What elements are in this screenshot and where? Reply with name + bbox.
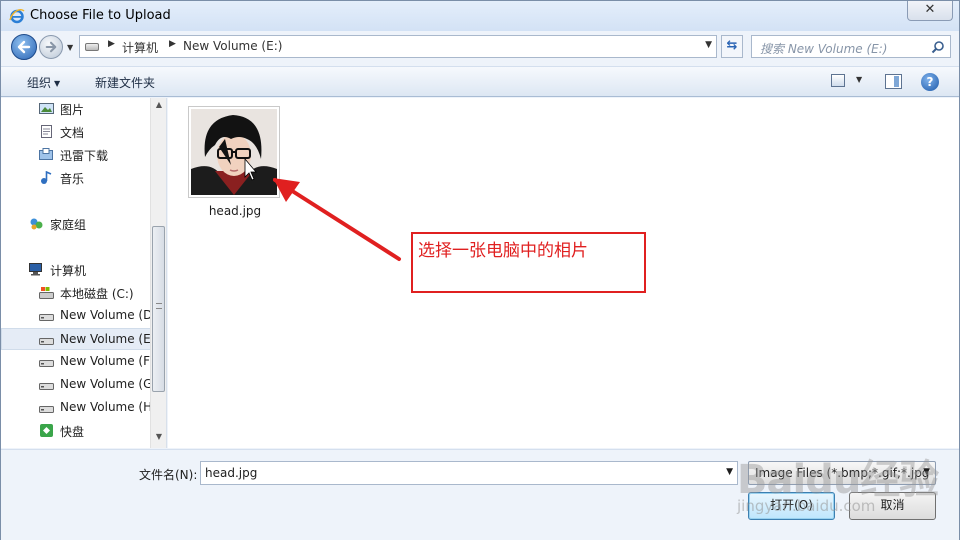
- sidebar-item-label: 家庭组: [50, 218, 87, 232]
- grip-icon: [156, 303, 162, 309]
- back-button[interactable]: [11, 34, 37, 60]
- sidebar-item-label: 文档: [60, 126, 85, 140]
- address-bar[interactable]: ▶ 计算机 ▶ New Volume (E:) ▼: [79, 35, 717, 58]
- ie-logo-icon: [9, 8, 25, 24]
- sidebar-item-documents[interactable]: 文档: [1, 121, 151, 143]
- sidebar-item-label: New Volume (H:): [60, 400, 151, 414]
- address-chevron-down-icon[interactable]: ▼: [705, 40, 712, 50]
- forward-arrow-icon: [45, 41, 57, 53]
- refresh-icon: ⇆: [726, 38, 738, 53]
- filename-value[interactable]: head.jpg: [205, 466, 257, 480]
- file-type-select[interactable]: Image Files (*.bmp;*.gif;*.jpg ▼: [748, 461, 936, 485]
- cancel-button[interactable]: 取消: [849, 492, 936, 520]
- drive-icon: [39, 406, 54, 413]
- refresh-button[interactable]: ⇆: [721, 35, 743, 58]
- breadcrumb-volume-e[interactable]: New Volume (E:): [183, 39, 282, 53]
- scroll-down-icon[interactable]: ▼: [151, 432, 167, 446]
- sidebar-item-drive-e[interactable]: New Volume (E:): [1, 328, 151, 350]
- drive-icon: [85, 43, 99, 51]
- sidebar-item-label: 快盘: [60, 425, 85, 439]
- dialog-footer: 文件名(N): head.jpg ▼ Image Files (*.bmp;*.…: [1, 449, 959, 540]
- preview-pane-icon[interactable]: [885, 74, 902, 89]
- sidebar-item-drive-f[interactable]: New Volume (F:): [1, 351, 151, 373]
- navigation-scrollbar[interactable]: ▲ ▼: [150, 98, 166, 448]
- sidebar-item-drive-g[interactable]: New Volume (G:): [1, 374, 151, 396]
- organize-menu[interactable]: 组织 ▼: [27, 74, 60, 91]
- documents-icon: [41, 125, 52, 138]
- homegroup-icon: [30, 218, 43, 230]
- drive-icon: [39, 360, 54, 367]
- file-type-value: Image Files (*.bmp;*.gif;*.jpg: [755, 466, 930, 480]
- kuaipan-icon: [40, 424, 53, 437]
- breadcrumb-chevron-icon[interactable]: ▶: [108, 39, 115, 49]
- sidebar-item-drive-c[interactable]: 本地磁盘 (C:): [1, 282, 151, 304]
- sidebar-item-label: 本地磁盘 (C:): [60, 287, 134, 301]
- sidebar-item-computer[interactable]: 计算机: [1, 259, 151, 281]
- new-folder-button[interactable]: 新建文件夹: [95, 74, 155, 91]
- search-icon[interactable]: [931, 40, 945, 54]
- forward-button[interactable]: [39, 35, 63, 59]
- file-type-chevron-down-icon[interactable]: ▼: [923, 467, 930, 477]
- sidebar-item-label: New Volume (E:): [60, 332, 151, 346]
- navigation-pane: 图片 文档 迅雷下载 音乐 家庭组 计算机 本地磁盘 (C:) New Volu…: [1, 98, 167, 448]
- search-input[interactable]: 搜索 New Volume (E:): [760, 40, 887, 57]
- music-icon: [41, 171, 52, 184]
- help-icon[interactable]: ?: [921, 73, 939, 91]
- view-options-chevron-down-icon[interactable]: ▼: [856, 75, 862, 84]
- sidebar-item-label: 迅雷下载: [60, 149, 109, 163]
- drive-icon: [39, 314, 54, 321]
- command-toolbar: 组织 ▼ 新建文件夹 ▼ ?: [1, 66, 959, 97]
- sidebar-item-kuaipan[interactable]: 快盘: [1, 420, 151, 442]
- sidebar-item-label: New Volume (F:): [60, 354, 151, 368]
- file-dialog-window: Choose File to Upload ✕ ▼ ▶ 计算机 ▶ New Vo…: [0, 0, 960, 540]
- change-view-icon[interactable]: [831, 74, 845, 87]
- close-button[interactable]: ✕: [907, 1, 953, 21]
- pictures-icon: [39, 103, 54, 114]
- sidebar-item-homegroup[interactable]: 家庭组: [1, 213, 151, 235]
- sidebar-item-music[interactable]: 音乐: [1, 167, 151, 189]
- file-list-pane: head.jpg 选择一张电脑中的相片: [168, 98, 959, 448]
- sidebar-item-label: 音乐: [60, 172, 85, 186]
- window-title: Choose File to Upload: [30, 8, 171, 23]
- sidebar-item-drive-d[interactable]: New Volume (D:): [1, 305, 151, 327]
- computer-icon: [29, 263, 42, 276]
- navigation-bar: ▼ ▶ 计算机 ▶ New Volume (E:) ▼ ⇆ 搜索 New Vol…: [1, 31, 959, 63]
- drive-icon: [39, 338, 54, 345]
- annotation-text: 选择一张电脑中的相片: [418, 241, 588, 261]
- breadcrumb-chevron-icon[interactable]: ▶: [169, 39, 176, 49]
- back-arrow-icon: [17, 40, 31, 54]
- close-icon: ✕: [924, 2, 936, 17]
- sidebar-item-label: New Volume (G:): [60, 377, 151, 391]
- filename-field[interactable]: head.jpg ▼: [200, 461, 738, 485]
- sidebar-item-label: New Volume (D:): [60, 308, 151, 322]
- title-bar[interactable]: Choose File to Upload ✕: [1, 1, 959, 31]
- system-drive-icon: [39, 287, 54, 299]
- organize-label: 组织: [27, 76, 52, 90]
- sidebar-item-label: 计算机: [50, 264, 87, 278]
- scroll-up-icon[interactable]: ▲: [151, 100, 167, 114]
- sidebar-item-drive-h[interactable]: New Volume (H:): [1, 397, 151, 419]
- sidebar-item-pictures[interactable]: 图片: [1, 98, 151, 120]
- annotation-arrow: [273, 178, 401, 261]
- open-button[interactable]: 打开(O): [748, 492, 835, 520]
- filename-chevron-down-icon[interactable]: ▼: [726, 467, 733, 477]
- sidebar-item-label: 图片: [60, 103, 85, 117]
- sidebar-item-thunder-downloads[interactable]: 迅雷下载: [1, 144, 151, 166]
- scrollbar-thumb[interactable]: [152, 226, 165, 392]
- drive-icon: [39, 383, 54, 390]
- recent-pages-chevron-down-icon[interactable]: ▼: [67, 43, 73, 52]
- breadcrumb-computer[interactable]: 计算机: [122, 39, 158, 56]
- chevron-down-icon: ▼: [54, 79, 61, 88]
- download-folder-icon: [39, 148, 53, 160]
- search-box[interactable]: 搜索 New Volume (E:): [751, 35, 951, 58]
- filename-label: 文件名(N):: [139, 468, 198, 482]
- annotation-callout: 选择一张电脑中的相片: [411, 232, 646, 293]
